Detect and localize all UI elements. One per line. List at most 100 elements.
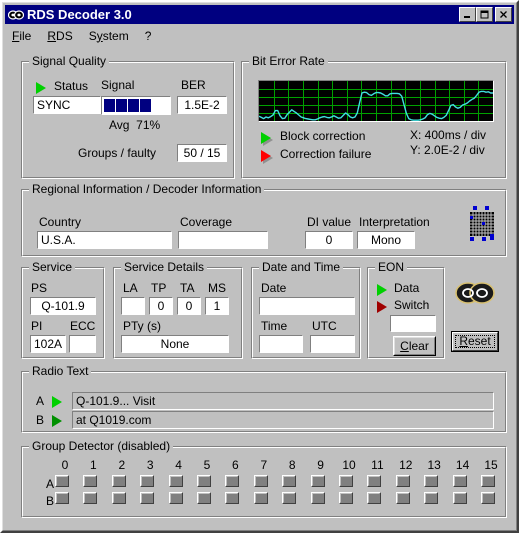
eon-data-label: Data	[394, 281, 420, 295]
interpretation-value-field: Mono	[357, 231, 415, 249]
date-and-time-group: Date and Time Date Time UTC	[251, 261, 361, 359]
radio-text-row-b-label: B	[36, 413, 45, 427]
group-detector-column-header: 1	[90, 458, 97, 472]
status-value-field: SYNC	[33, 96, 101, 114]
status-indicator-icon	[36, 82, 46, 94]
group-detector-cell-a-4	[168, 475, 183, 487]
regional-information-legend: Regional Information / Decoder Informati…	[29, 183, 265, 196]
group-detector-column-header: 9	[317, 458, 324, 472]
minimize-icon[interactable]	[459, 7, 476, 22]
tp-label: TP	[151, 281, 167, 295]
reset-button[interactable]: Reset	[451, 331, 499, 352]
clear-button[interactable]: Clear	[393, 336, 436, 356]
radio-text-group: Radio Text A Q-101.9... Visit B at Q1019…	[21, 365, 507, 433]
group-detector-column-header: 11	[371, 458, 384, 472]
service-group: Service PS Q-101.9 PI ECC 102A	[21, 261, 105, 359]
group-detector-column-header: 6	[232, 458, 239, 472]
group-detector-cell-a-13	[424, 475, 439, 487]
close-icon[interactable]	[495, 7, 512, 22]
group-detector-cell-b-15	[481, 492, 495, 504]
rds-rings-logo	[455, 280, 495, 311]
signal-label: Signal	[101, 78, 135, 92]
group-detector-group: Group Detector (disabled) A B 0123456789…	[21, 440, 507, 518]
service-details-legend: Service Details	[121, 261, 208, 274]
menu-item-help[interactable]: ?	[144, 28, 159, 44]
maximize-icon[interactable]	[476, 7, 493, 22]
group-detector-column-header: 5	[203, 458, 211, 472]
group-detector-column-header: 10	[342, 458, 356, 472]
country-value-field: U.S.A.	[37, 231, 172, 249]
group-detector-column-header: 14	[455, 458, 470, 472]
group-detector-cell-a-9	[310, 475, 325, 487]
eon-value-field	[390, 315, 436, 332]
window-inner-frame: RDS Decoder 3.0 FFileile RDS System ? Si…	[2, 2, 517, 531]
group-detector-cell-a-0	[55, 475, 69, 487]
time-value-field	[259, 335, 303, 353]
group-detector-cell-b-11	[367, 492, 382, 504]
group-detector-cell-a-6	[225, 475, 240, 487]
group-detector-column-header: 13	[427, 458, 441, 472]
service-legend: Service	[29, 261, 76, 274]
title-bar[interactable]: RDS Decoder 3.0	[5, 5, 514, 24]
group-detector-row-b-label: B	[46, 494, 55, 508]
group-detector-column-header: 3	[146, 458, 154, 472]
signal-quality-group: Signal Quality Status SYNC Signal Avg 71…	[21, 55, 235, 179]
bit-error-rate-group: Bit Error Rate Block correction Correcti…	[241, 55, 507, 179]
bit-error-rate-legend: Bit Error Rate	[249, 55, 328, 68]
radio-text-row-a-label: A	[36, 394, 45, 408]
ber-value-field: 1.5E-2	[177, 96, 227, 114]
group-detector-cell-b-13	[424, 492, 439, 504]
interpretation-label: Interpretation	[359, 215, 430, 229]
la-value-field	[121, 297, 145, 315]
radio-text-legend: Radio Text	[29, 365, 92, 378]
groups-faulty-value-field: 50 / 15	[177, 144, 227, 162]
avg-value: 71%	[136, 118, 161, 132]
ber-label: BER	[181, 78, 206, 92]
status-label: Status	[54, 79, 89, 93]
group-detector-column-header: 0	[61, 458, 69, 472]
radio-text-a-indicator-icon	[52, 396, 62, 408]
group-detector-cell-b-0	[55, 492, 69, 504]
menu-item-file[interactable]: FFileile	[11, 28, 38, 44]
eon-group: EON Data Switch Clear	[367, 261, 445, 359]
la-label: LA	[123, 281, 138, 295]
menu-item-system[interactable]: System	[88, 28, 136, 44]
di-value-label: DI value	[307, 215, 352, 229]
group-detector-cell-a-14	[452, 475, 467, 487]
groups-faulty-label: Groups / faulty	[78, 146, 157, 160]
x-scale-label: X: 400ms / div	[410, 128, 487, 142]
coverage-value-field	[178, 231, 268, 249]
group-detector-cell-b-14	[452, 492, 467, 504]
date-and-time-legend: Date and Time	[259, 261, 344, 274]
menu-item-rds[interactable]: RDS	[46, 28, 79, 44]
group-detector-cell-a-5	[197, 475, 211, 487]
signal-block	[116, 99, 127, 112]
pty-value-field: None	[121, 335, 229, 353]
eon-legend: EON	[375, 261, 408, 274]
group-detector-column-header: 4	[175, 458, 182, 472]
group-detector-column-header: 15	[484, 458, 498, 472]
coverage-label: Coverage	[180, 215, 233, 229]
utc-label: UTC	[312, 319, 337, 333]
window-title: RDS Decoder 3.0	[27, 7, 132, 22]
rds-rings-icon	[8, 8, 24, 22]
tp-value-field: 0	[149, 297, 173, 315]
service-details-group: Service Details LA TP TA MS 0 0 1 PTy (s…	[113, 261, 243, 359]
ps-value-field: Q-101.9	[30, 297, 96, 315]
di-value-field: 0	[305, 231, 353, 249]
pty-label: PTy (s)	[123, 319, 161, 333]
decoder-matrix-icon	[466, 206, 498, 249]
group-detector-row-a-label: A	[46, 477, 55, 491]
group-detector-cell-a-8	[282, 475, 297, 487]
group-detector-cell-b-9	[310, 492, 325, 504]
radio-text-b-indicator-icon	[52, 415, 62, 427]
group-detector-cell-b-5	[197, 492, 211, 504]
radio-text-a-field: Q-101.9... Visit	[72, 392, 494, 410]
ber-chart-svg	[259, 81, 493, 121]
date-label: Date	[261, 281, 287, 295]
pi-value-field: 102A	[30, 335, 66, 353]
group-detector-cell-a-11	[367, 475, 382, 487]
group-detector-cell-a-2	[111, 475, 126, 487]
avg-label: Avg 71%	[109, 118, 161, 132]
time-label: Time	[261, 319, 288, 333]
